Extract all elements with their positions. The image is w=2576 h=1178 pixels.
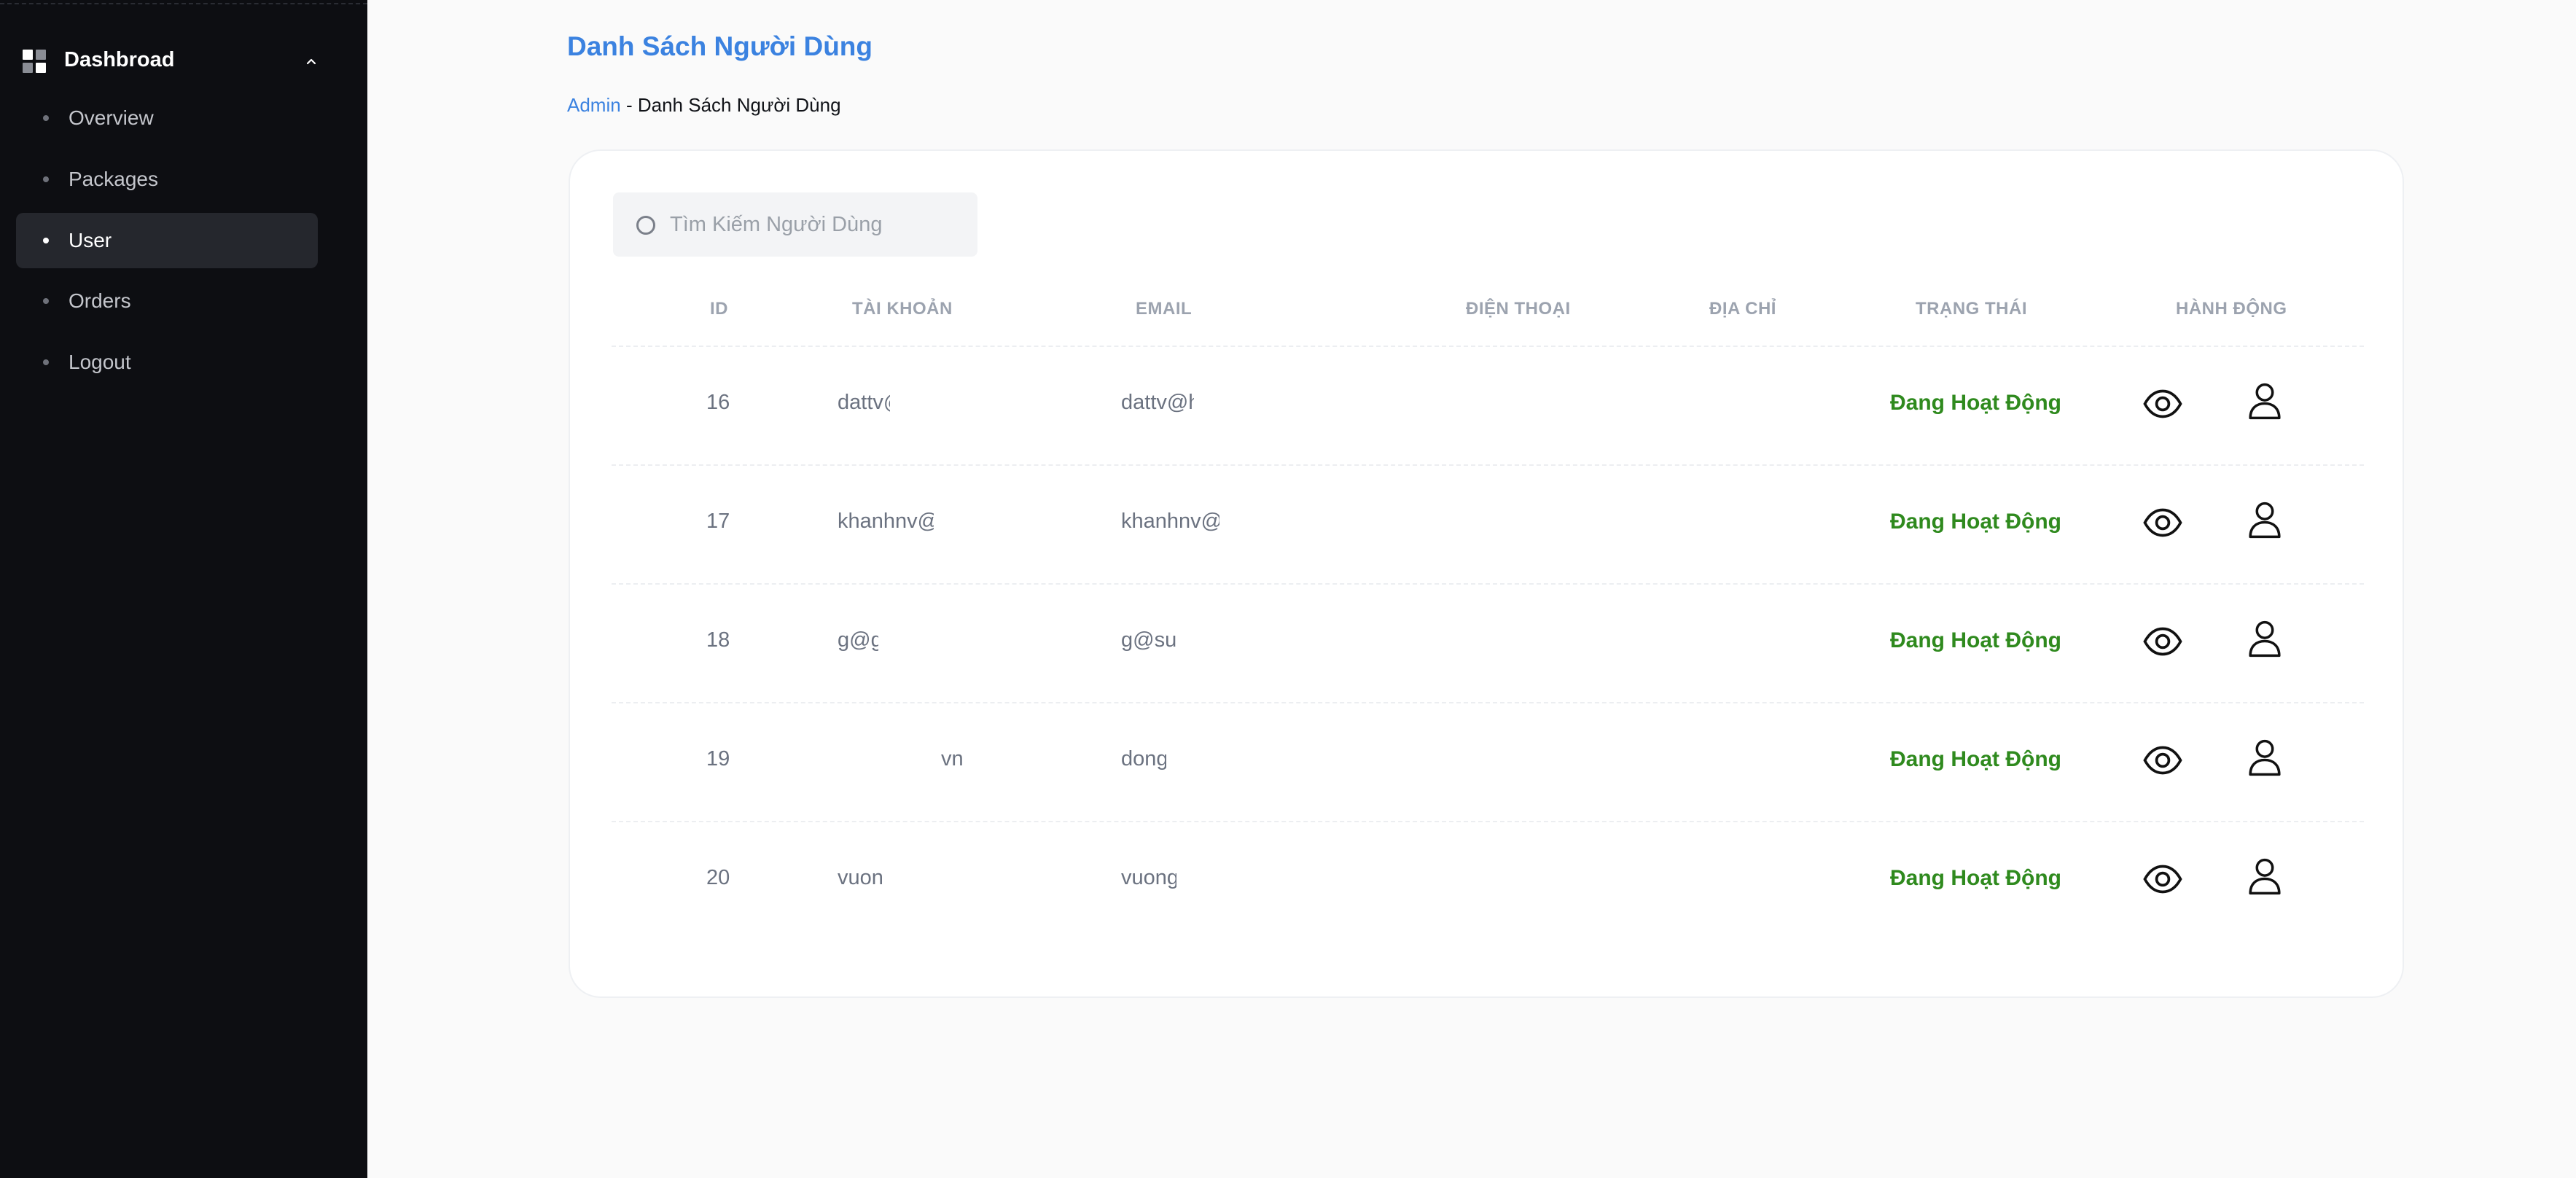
column-header-id: ID [710, 299, 728, 319]
bullet-icon [43, 359, 49, 365]
cell-id: 20 [706, 866, 730, 889]
breadcrumb-current: Danh Sách Người Dùng [637, 94, 841, 116]
cell-id: 17 [706, 510, 730, 533]
breadcrumb-admin-link[interactable]: Admin [567, 94, 621, 116]
user-icon[interactable] [2247, 737, 2282, 778]
user-icon[interactable] [2247, 618, 2282, 659]
sidebar-item-packages[interactable]: Packages [16, 152, 318, 207]
eye-icon[interactable] [2142, 383, 2183, 424]
sidebar: Dashbroad Overview Packages User Orders … [0, 0, 367, 1178]
table-row: 19 vn dong Đang Hoạt Động [612, 703, 2364, 822]
cell-account: vuon [838, 866, 883, 889]
table-row: 17 khanhnv@ khanhnv@ Đang Hoạt Động [612, 466, 2364, 585]
sidebar-item-label: User [69, 229, 112, 251]
table-row: 18 g@g g@su Đang Hoạt Động [612, 585, 2364, 703]
status-badge: Đang Hoạt Động [1890, 391, 2061, 415]
user-table-card: ID TÀI KHOẢN EMAIL ĐIỆN THOẠI ĐỊA CHỈ TR… [569, 149, 2404, 998]
sidebar-item-orders[interactable]: Orders [16, 273, 318, 329]
sidebar-item-label: Packages [69, 168, 158, 190]
cell-account: dattv@ [838, 391, 890, 414]
eye-icon[interactable] [2142, 859, 2183, 900]
column-header-address: ĐỊA CHỈ [1709, 299, 1776, 319]
table-row: 16 dattv@ dattv@h Đang Hoạt Động [612, 347, 2364, 466]
cell-account: g@g [838, 628, 878, 652]
status-badge: Đang Hoạt Động [1890, 747, 2061, 771]
cell-email: dong [1121, 747, 1166, 771]
column-header-status: TRẠNG THÁI [1916, 299, 2027, 319]
sidebar-title: Dashbroad [64, 48, 175, 71]
sidebar-dashboard-toggle[interactable]: Dashbroad [0, 41, 367, 76]
breadcrumb: Admin - Danh Sách Người Dùng [567, 94, 841, 117]
cell-email: g@su [1121, 628, 1177, 652]
eye-icon[interactable] [2142, 502, 2183, 543]
cell-id: 19 [706, 747, 730, 771]
chevron-up-icon[interactable] [305, 55, 317, 67]
sidebar-top-divider [0, 3, 367, 4]
status-badge: Đang Hoạt Động [1890, 866, 2061, 890]
bullet-icon [43, 176, 49, 182]
sidebar-item-logout[interactable]: Logout [16, 335, 318, 390]
sidebar-item-label: Overview [69, 106, 154, 129]
sidebar-item-label: Logout [69, 351, 131, 373]
eye-icon[interactable] [2142, 740, 2183, 781]
search-input[interactable] [670, 208, 961, 241]
dashboard-icon [23, 50, 47, 74]
cell-email: khanhnv@ [1121, 510, 1219, 533]
sidebar-item-label: Orders [69, 289, 131, 312]
cell-account: vn [941, 747, 964, 771]
cell-email: vuong [1121, 866, 1176, 889]
column-header-actions: HÀNH ĐỘNG [2176, 299, 2287, 319]
bullet-icon [43, 298, 49, 304]
status-badge: Đang Hoạt Động [1890, 510, 2061, 534]
cell-id: 16 [706, 391, 730, 414]
column-header-phone: ĐIỆN THOẠI [1466, 299, 1571, 319]
column-header-email: EMAIL [1136, 299, 1193, 319]
user-icon[interactable] [2247, 381, 2282, 421]
sidebar-item-overview[interactable]: Overview [16, 90, 318, 146]
bullet-icon [43, 115, 49, 121]
user-icon[interactable] [2247, 856, 2282, 897]
bullet-icon [43, 238, 49, 243]
cell-email: dattv@h [1121, 391, 1194, 414]
status-badge: Đang Hoạt Động [1890, 628, 2061, 652]
sidebar-item-user[interactable]: User [16, 213, 318, 268]
page-title: Danh Sách Người Dùng [567, 31, 873, 61]
search-icon [636, 216, 655, 235]
column-header-account: TÀI KHOẢN [852, 299, 953, 319]
breadcrumb-separator: - [625, 94, 633, 116]
user-icon[interactable] [2247, 499, 2282, 540]
cell-id: 18 [706, 628, 730, 652]
eye-icon[interactable] [2142, 621, 2183, 662]
search-box[interactable] [613, 192, 977, 257]
table-row: 20 vuon vuong Đang Hoạt Động [612, 822, 2364, 941]
cell-account: khanhnv@ [838, 510, 934, 533]
